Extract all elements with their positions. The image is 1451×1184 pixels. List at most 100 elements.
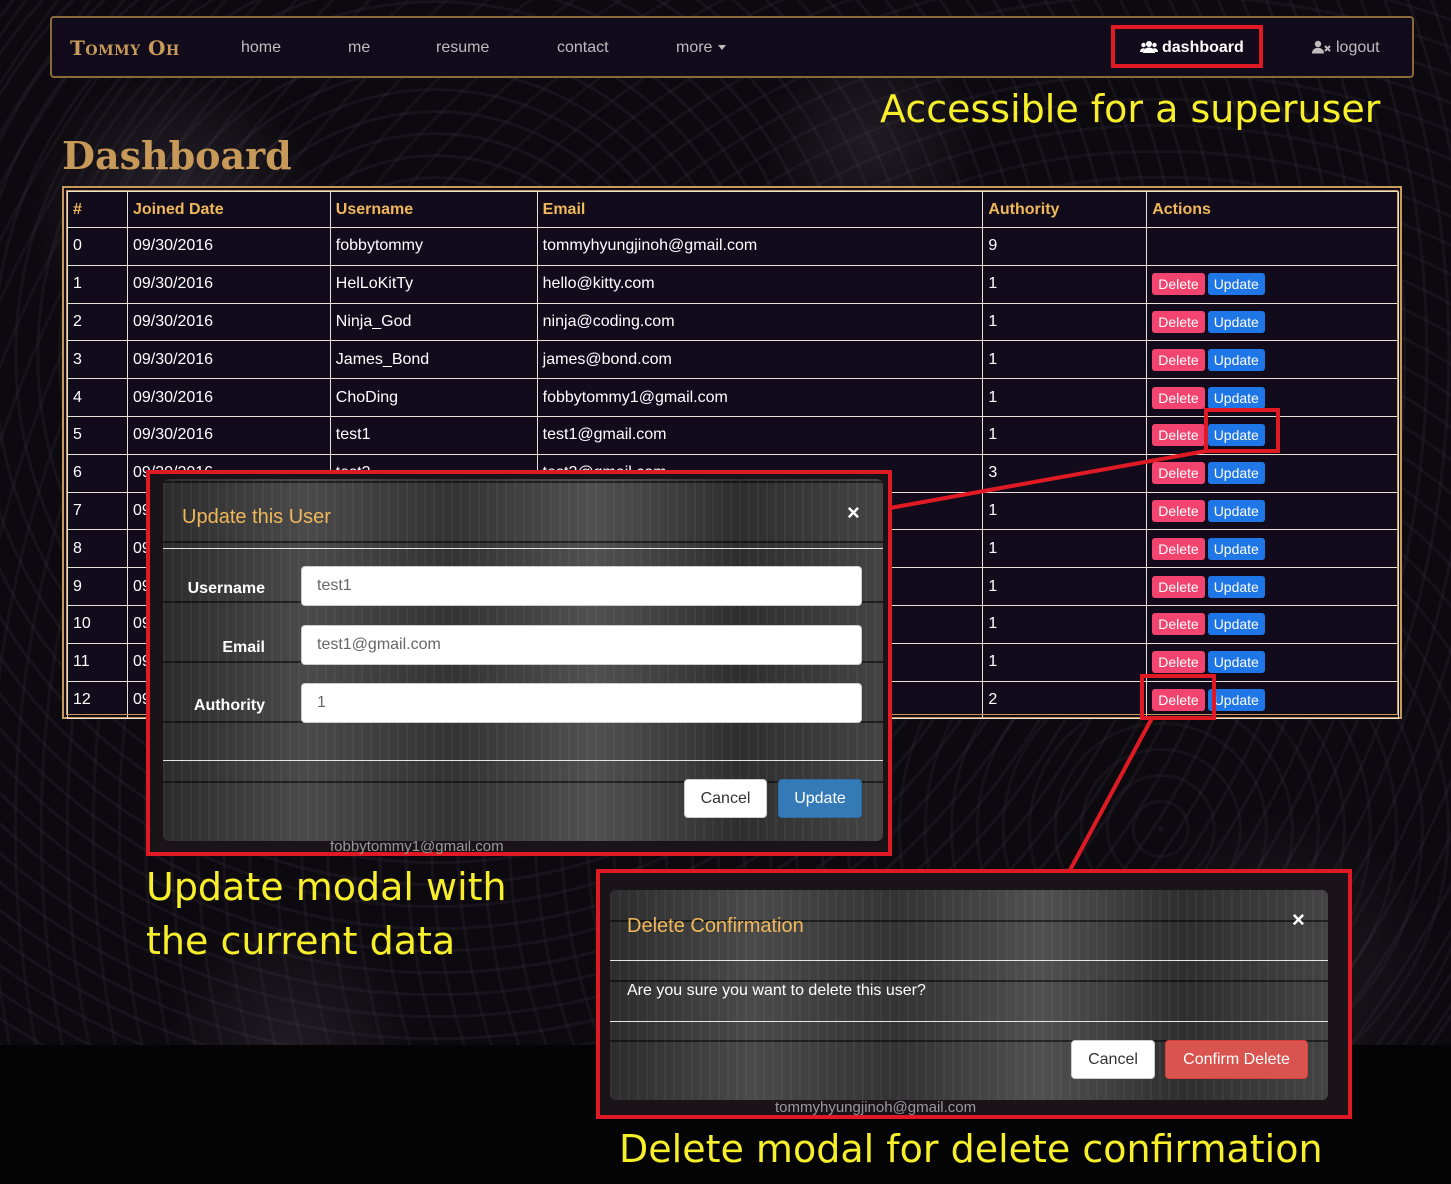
update-button[interactable]: Update xyxy=(1207,613,1265,636)
delete-button[interactable]: Delete xyxy=(1152,613,1205,636)
update-button[interactable]: Update xyxy=(1207,273,1265,296)
cell-username: test1 xyxy=(329,415,538,455)
close-icon[interactable]: × xyxy=(1292,907,1305,933)
nav-more-dropdown[interactable]: more xyxy=(676,39,727,57)
update-button[interactable]: Update xyxy=(1207,651,1265,674)
table-row: 0 09/30/2016 fobbytommy tommyhyungjinoh@gma… xyxy=(67,227,1399,266)
update-modal-title: Update this User xyxy=(182,506,331,528)
delete-button[interactable]: Delete xyxy=(1152,424,1205,447)
delete-confirmation-modal: Delete Confirmation × Are you sure you w… xyxy=(610,890,1328,1100)
cancel-button[interactable]: Cancel xyxy=(1071,1040,1155,1079)
col-header-authority: Authority xyxy=(982,191,1148,228)
delete-button[interactable]: Delete xyxy=(1152,575,1205,598)
table-header-row: # Joined Date Username Email Authority A… xyxy=(67,191,1399,228)
cell-index: 6 xyxy=(67,453,128,493)
table-row: 3 09/30/2016 James_Bond james@bond.com 1 Dele… xyxy=(67,340,1399,380)
update-button[interactable]: Update xyxy=(1207,537,1265,560)
cell-authority: 1 xyxy=(982,642,1148,682)
table-row: 4 09/30/2016 ChoDing fobbytommy1@gmail.com 1… xyxy=(67,378,1399,417)
cell-actions: Delete Update xyxy=(1146,529,1399,569)
cell-joined-date: 09/30/2016 xyxy=(126,340,331,380)
modal-footer-divider xyxy=(163,760,883,761)
cell-index: 10 xyxy=(67,604,128,644)
cell-index: 0 xyxy=(67,227,128,266)
cell-joined-date: 09/30/2016 xyxy=(126,378,331,417)
username-label: Username xyxy=(187,580,265,597)
username-input[interactable] xyxy=(301,566,862,606)
cell-authority: 1 xyxy=(982,529,1148,569)
update-user-modal: Update this User × Username Email Author… xyxy=(163,479,883,841)
delete-button[interactable]: Delete xyxy=(1152,348,1205,371)
cell-username: fobbytommy xyxy=(329,227,538,266)
delete-button[interactable]: Delete xyxy=(1152,499,1205,522)
cell-index: 9 xyxy=(67,567,128,606)
col-header-email: Email xyxy=(536,191,984,228)
update-button-highlight-box xyxy=(1204,408,1280,453)
cell-authority: 1 xyxy=(982,302,1148,342)
nav-more-label: more xyxy=(676,39,713,56)
authority-input[interactable] xyxy=(301,683,862,723)
update-modal-frame: fobbytommy1@gmail.com Update this User ×… xyxy=(146,470,892,856)
cell-username: Ninja_God xyxy=(329,302,538,342)
cell-index: 11 xyxy=(67,642,128,682)
update-button[interactable]: Update xyxy=(1207,462,1265,485)
cell-index: 1 xyxy=(67,264,128,304)
cell-index: 3 xyxy=(67,340,128,380)
delete-button-highlight-box xyxy=(1140,674,1216,720)
confirm-delete-button[interactable]: Confirm Delete xyxy=(1165,1040,1308,1079)
cell-index: 5 xyxy=(67,415,128,455)
cell-joined-date: 09/30/2016 xyxy=(126,302,331,342)
delete-button[interactable]: Delete xyxy=(1152,537,1205,560)
update-button[interactable]: Update xyxy=(1207,499,1265,522)
delete-modal-frame: tommyhyungjinoh@gmail.com Delete Confirm… xyxy=(596,869,1352,1119)
delete-button[interactable]: Delete xyxy=(1152,386,1205,409)
cell-joined-date: 09/30/2016 xyxy=(126,264,331,304)
cell-authority: 1 xyxy=(982,264,1148,304)
annotation-superuser: Accessible for a superuser xyxy=(880,87,1381,131)
brand-logo[interactable]: Tommy Oh xyxy=(70,36,180,60)
delete-button[interactable]: Delete xyxy=(1152,462,1205,485)
ghost-email-text: tommyhyungjinoh@gmail.com xyxy=(775,1099,977,1116)
update-submit-button[interactable]: Update xyxy=(778,779,862,818)
nav-resume[interactable]: resume xyxy=(436,39,489,57)
page-title: Dashboard xyxy=(62,133,292,178)
nav-home[interactable]: home xyxy=(241,39,281,57)
cell-actions: Delete Update xyxy=(1146,302,1399,342)
delete-button[interactable]: Delete xyxy=(1152,310,1205,333)
cancel-button[interactable]: Cancel xyxy=(684,779,767,818)
cell-actions: Delete Update xyxy=(1146,567,1399,606)
modal-header-divider xyxy=(163,548,883,549)
cell-joined-date: 09/30/2016 xyxy=(126,227,331,266)
cell-authority: 2 xyxy=(982,680,1148,720)
user-times-icon xyxy=(1312,40,1332,59)
delete-button[interactable]: Delete xyxy=(1152,651,1205,674)
cell-actions: Delete Update xyxy=(1146,453,1399,493)
caret-down-icon xyxy=(718,45,727,51)
cell-actions: Delete Update xyxy=(1146,604,1399,644)
delete-button[interactable]: Delete xyxy=(1152,273,1205,296)
annotation-delete: Delete modal for delete confirmation xyxy=(619,1127,1323,1171)
update-button[interactable]: Update xyxy=(1207,386,1265,409)
nav-logout[interactable]: logout xyxy=(1312,39,1380,59)
update-button[interactable]: Update xyxy=(1207,348,1265,371)
update-button[interactable]: Update xyxy=(1207,575,1265,598)
modal-footer-divider xyxy=(610,1021,1328,1022)
annotation-update-line2: the current data xyxy=(146,919,456,963)
cell-email: james@bond.com xyxy=(536,340,984,380)
cell-index: 4 xyxy=(67,378,128,417)
dashboard-highlight-box xyxy=(1111,25,1263,68)
update-button[interactable]: Update xyxy=(1207,310,1265,333)
cell-index: 8 xyxy=(67,529,128,569)
nav-contact[interactable]: contact xyxy=(557,39,609,57)
update-button[interactable]: Update xyxy=(1207,688,1265,711)
nav-logout-label: logout xyxy=(1336,39,1380,56)
cell-username: HelLoKitTy xyxy=(329,264,538,304)
close-icon[interactable]: × xyxy=(847,500,860,526)
cell-actions: Delete Update xyxy=(1146,264,1399,304)
modal-header-divider xyxy=(610,960,1328,961)
cell-authority: 1 xyxy=(982,491,1148,531)
table-row: 5 09/30/2016 test1 test1@gmail.com 1 Delete Up… xyxy=(67,415,1399,455)
cell-username: ChoDing xyxy=(329,378,538,417)
nav-me[interactable]: me xyxy=(348,39,370,57)
email-input[interactable] xyxy=(301,625,862,665)
